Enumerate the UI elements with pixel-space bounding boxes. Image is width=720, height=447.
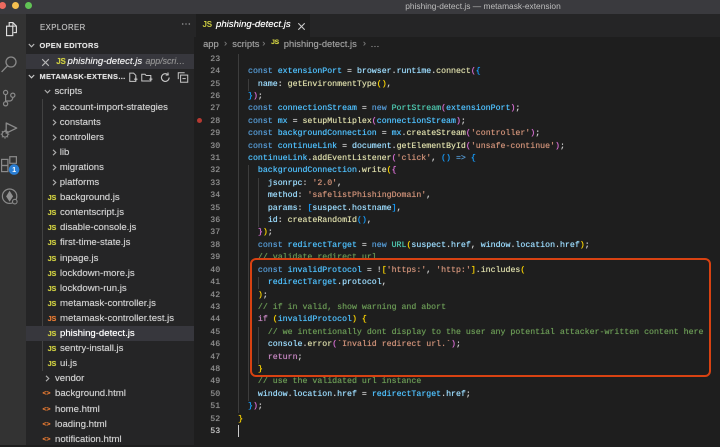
svg-text:1: 1 <box>12 165 16 174</box>
